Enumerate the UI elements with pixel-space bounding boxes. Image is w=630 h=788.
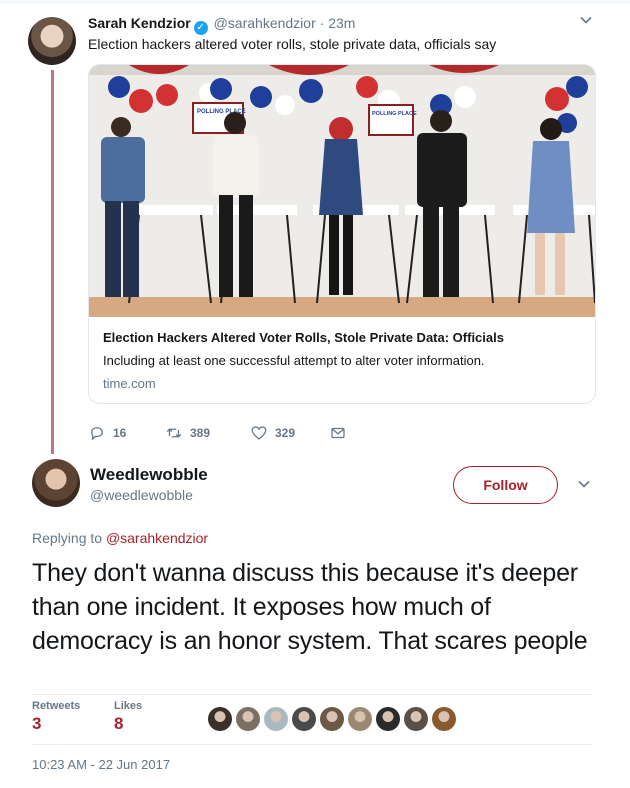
liker-avatar[interactable] bbox=[432, 707, 456, 731]
liker-avatar[interactable] bbox=[348, 707, 372, 731]
avatar[interactable] bbox=[28, 17, 76, 65]
likes-stat[interactable]: Likes 8 bbox=[114, 700, 142, 734]
author-handle[interactable]: @sarahkendzior bbox=[214, 15, 316, 31]
card-title: Election Hackers Altered Voter Rolls, St… bbox=[103, 330, 504, 345]
likes-count: 8 bbox=[114, 714, 124, 733]
retweets-label: Retweets bbox=[32, 700, 81, 712]
envelope-icon bbox=[331, 427, 345, 439]
divider bbox=[32, 694, 592, 695]
author-handle[interactable]: @weedlewobble bbox=[90, 487, 193, 503]
tweet-text: Election hackers altered voter rolls, st… bbox=[88, 36, 497, 52]
chevron-down-icon[interactable] bbox=[579, 13, 593, 32]
liker-avatar[interactable] bbox=[264, 707, 288, 731]
tweet-header: Sarah Kendzior ✓ @sarahkendzior · 23m bbox=[88, 15, 355, 35]
retweets-count: 3 bbox=[32, 714, 42, 733]
like-button[interactable]: 329 bbox=[250, 424, 295, 442]
retweet-icon bbox=[166, 428, 182, 438]
liker-avatar[interactable] bbox=[236, 707, 260, 731]
link-card[interactable]: POLLING PLACE POLLING PLACE Election Hac… bbox=[88, 64, 596, 404]
replying-prefix: Replying to bbox=[32, 530, 103, 546]
top-border bbox=[0, 0, 630, 4]
liker-avatar[interactable] bbox=[292, 707, 316, 731]
reply-count: 16 bbox=[113, 426, 127, 440]
card-domain: time.com bbox=[103, 376, 156, 391]
card-image: POLLING PLACE POLLING PLACE bbox=[89, 65, 595, 317]
liker-avatar[interactable] bbox=[376, 707, 400, 731]
card-description: Including at least one successful attemp… bbox=[103, 353, 485, 368]
follow-button[interactable]: Follow bbox=[453, 466, 558, 504]
reply-button[interactable]: 16 bbox=[88, 424, 126, 442]
divider bbox=[32, 744, 592, 745]
liker-avatar[interactable] bbox=[208, 707, 232, 731]
likes-label: Likes bbox=[114, 700, 143, 712]
replying-to: Replying to @sarahkendzior bbox=[32, 530, 208, 546]
retweet-count: 389 bbox=[190, 426, 211, 440]
author-name[interactable]: Sarah Kendzior bbox=[88, 15, 191, 31]
sign-text: POLLING PLACE bbox=[372, 111, 417, 117]
tweet-time[interactable]: 23m bbox=[328, 15, 355, 31]
retweet-button[interactable]: 389 bbox=[165, 424, 210, 442]
tweet-timestamp[interactable]: 10:23 AM - 22 Jun 2017 bbox=[32, 757, 170, 772]
liker-avatar[interactable] bbox=[404, 707, 428, 731]
separator-dot: · bbox=[319, 15, 325, 31]
replying-mention-link[interactable]: @sarahkendzior bbox=[106, 530, 208, 546]
like-count: 329 bbox=[275, 426, 296, 440]
direct-message-button[interactable] bbox=[329, 424, 347, 442]
liker-avatars bbox=[208, 707, 456, 731]
chevron-down-icon[interactable] bbox=[577, 477, 591, 496]
verified-icon: ✓ bbox=[193, 21, 208, 35]
heart-icon bbox=[251, 426, 267, 440]
reply-icon bbox=[91, 427, 103, 441]
tweet-text: They don't wanna discuss this because it… bbox=[32, 559, 588, 655]
retweets-stat[interactable]: Retweets 3 bbox=[32, 700, 80, 734]
avatar[interactable] bbox=[32, 459, 80, 507]
thread-connector-line bbox=[51, 70, 54, 454]
author-name[interactable]: Weedlewobble bbox=[90, 465, 208, 485]
liker-avatar[interactable] bbox=[320, 707, 344, 731]
